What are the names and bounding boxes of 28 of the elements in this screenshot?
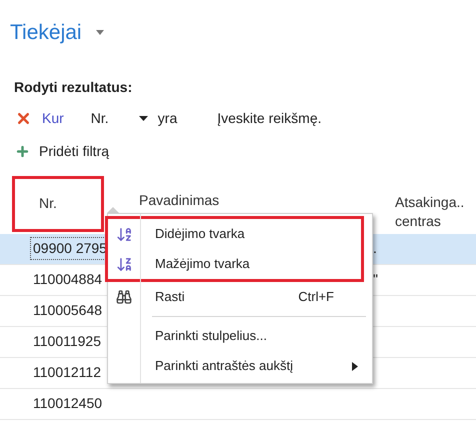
menu-item[interactable]: Parinkti antraštės aukštį [108,351,372,381]
dropdown-caret-icon[interactable] [138,116,148,121]
add-icon[interactable] [15,144,30,159]
sort-ascending-icon [116,226,132,242]
table-cell-text: 110012450 [32,394,104,413]
filter-heading: Rodyti rezultatus: [14,78,134,97]
caret-down-icon[interactable] [96,30,104,36]
add-filter-link[interactable]: Pridėti filtrą [39,141,110,162]
table-cell-text: " [373,270,378,289]
filter-keyword: Kur [42,109,64,128]
filter-value-field[interactable]: Įveskite reikšmę. [217,108,398,129]
table-cell-text: 110012112 [32,363,102,382]
table-cell-text: 110011925 [32,332,102,351]
submenu-arrow-icon [352,362,358,370]
table-cell-text: . [373,239,377,258]
sort-descending-icon [116,256,132,272]
menu-item[interactable]: Parinkti stulpelius... [108,321,372,351]
table-row[interactable]: 110012450 [0,388,476,420]
page-title[interactable]: Tiekėjai [10,17,82,48]
binoculars-icon [116,289,132,305]
table-cell-text: 110004884 [32,270,104,289]
remove-filter-icon[interactable] [15,110,32,127]
filter-operator: yra [158,109,178,128]
menu-item[interactable]: Didėjimo tvarka [108,219,361,249]
column-header[interactable]: Nr. [12,176,104,232]
filter-field-dropdown[interactable]: Nr. [90,108,139,129]
table-cell-text: 110005648 [32,301,104,320]
column-header[interactable]: Atsakinga.. centras [392,176,476,232]
